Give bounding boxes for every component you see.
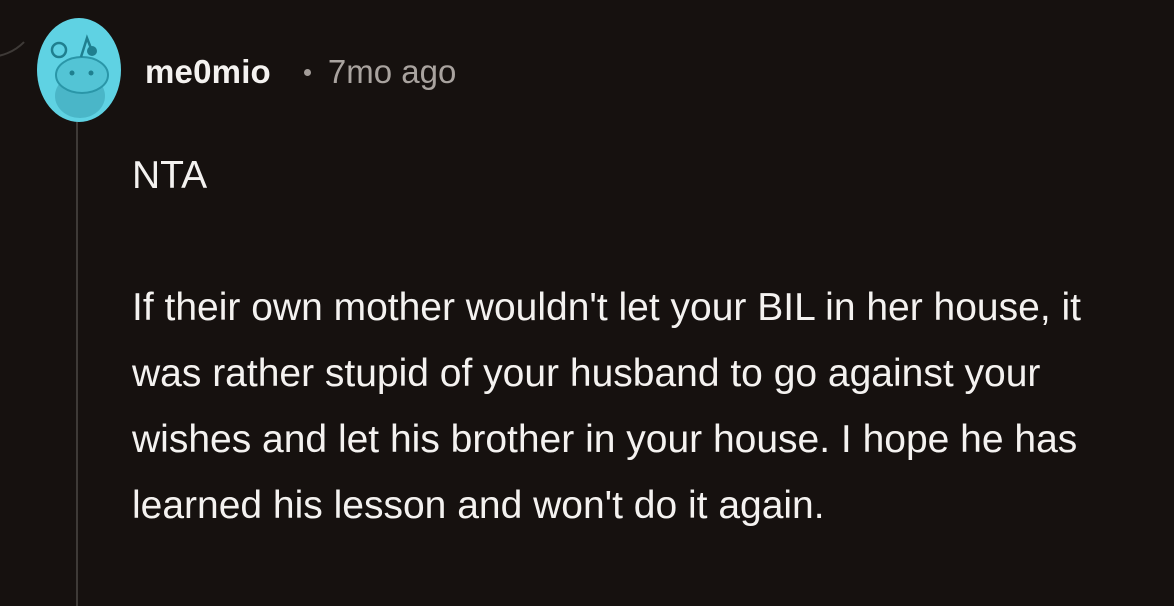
author-username[interactable]: me0mio bbox=[145, 53, 271, 91]
thread-connector-curve bbox=[0, 0, 40, 58]
comment-timestamp[interactable]: 7mo ago bbox=[328, 53, 456, 91]
avatar[interactable] bbox=[37, 18, 121, 122]
thread-line[interactable] bbox=[76, 118, 78, 606]
comment-body: NTA If their own mother wouldn't let you… bbox=[132, 143, 1152, 539]
separator-dot bbox=[303, 68, 311, 76]
comment-meta: me0mio 7mo ago bbox=[145, 50, 456, 94]
comment-text: If their own mother wouldn't let your BI… bbox=[132, 286, 1081, 527]
snoo-avatar-icon bbox=[50, 34, 109, 118]
comment-verdict: NTA bbox=[132, 154, 208, 197]
